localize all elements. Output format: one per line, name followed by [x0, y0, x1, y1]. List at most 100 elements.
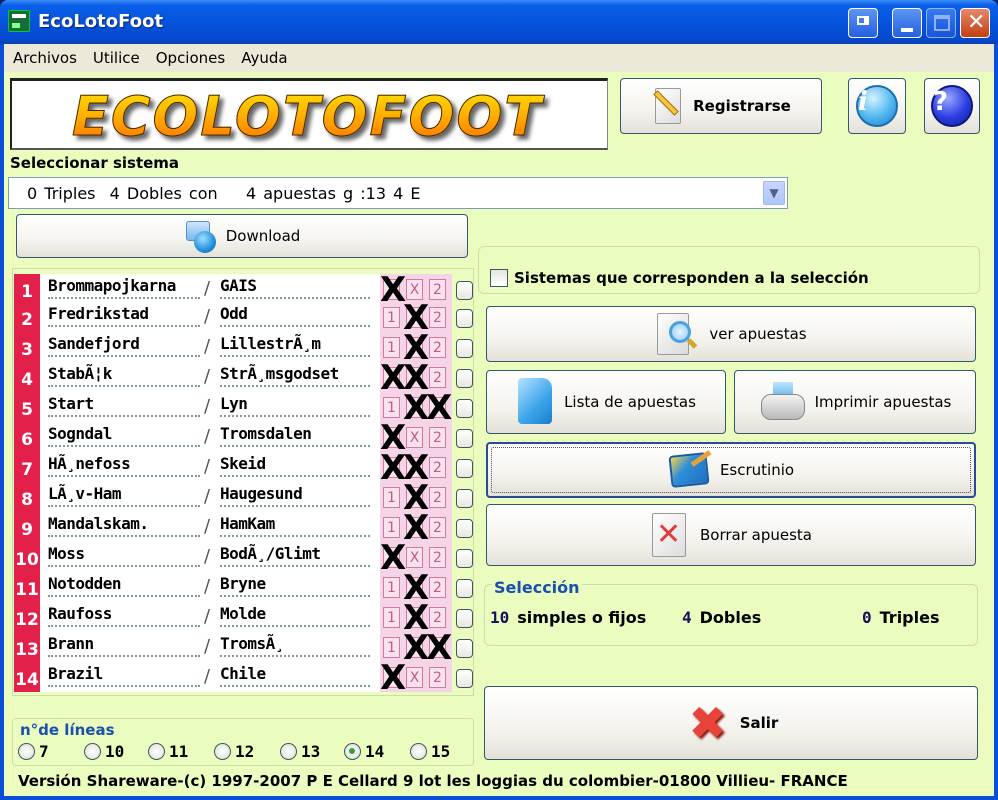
- pick-1-box[interactable]: 1: [383, 487, 400, 508]
- borrar-apuesta-button[interactable]: ✕ Borrar apuesta: [486, 504, 976, 566]
- pick-2-box[interactable]: 2: [429, 517, 446, 538]
- row-number: 1: [14, 274, 40, 304]
- pick-1-box[interactable]: 1: [383, 607, 400, 628]
- pick-2-box[interactable]: 2: [429, 457, 446, 478]
- match-row: 14Brazil/Chile1XX2: [14, 661, 474, 695]
- pick-1-box[interactable]: 1: [383, 577, 400, 598]
- rollup-button[interactable]: [848, 8, 878, 38]
- radio-circle[interactable]: [214, 743, 231, 760]
- pick-1-box[interactable]: 1: [383, 337, 400, 358]
- maximize-button[interactable]: [926, 8, 956, 38]
- triples-label: Triples: [879, 608, 940, 627]
- pick-1-box[interactable]: 1X: [380, 451, 406, 485]
- menu-archivos[interactable]: Archivos: [13, 49, 77, 67]
- row-checkbox[interactable]: [456, 339, 473, 358]
- radio-circle[interactable]: [280, 743, 297, 760]
- radio-circle[interactable]: [148, 743, 165, 760]
- pick-2-box[interactable]: 2: [429, 487, 446, 508]
- pick-x-box[interactable]: X: [406, 279, 423, 300]
- register-button[interactable]: Registrarse: [620, 78, 822, 134]
- pick-x-box[interactable]: X: [406, 667, 423, 688]
- lista-apuestas-button[interactable]: Lista de apuestas: [486, 370, 726, 434]
- row-checkbox[interactable]: [456, 639, 473, 658]
- minimize-button[interactable]: [892, 8, 922, 38]
- pick-1-box[interactable]: 1: [383, 307, 400, 328]
- pick-2-box[interactable]: 2: [429, 577, 446, 598]
- imprimir-apuestas-button[interactable]: Imprimir apuestas: [734, 370, 976, 434]
- pick-x-box[interactable]: XX: [403, 511, 429, 545]
- row-checkbox[interactable]: [456, 519, 473, 538]
- checkbox-box[interactable]: [490, 269, 508, 287]
- title-bar[interactable]: EcoLotoFoot ✕: [0, 0, 998, 44]
- pick-1-box[interactable]: 1X: [380, 541, 406, 575]
- info-button[interactable]: i: [848, 78, 906, 134]
- pick-2-box[interactable]: 2: [429, 547, 446, 568]
- pick-x-box[interactable]: XX: [403, 301, 429, 335]
- pick-2-box[interactable]: 2: [429, 607, 446, 628]
- chevron-down-icon[interactable]: ▼: [763, 181, 785, 205]
- pick-x-box[interactable]: X: [406, 427, 423, 448]
- lines-radio-14[interactable]: 14: [344, 742, 384, 761]
- pick-2-box[interactable]: 2: [429, 667, 446, 688]
- pick-2-box[interactable]: 2: [429, 367, 446, 388]
- pick-1-box[interactable]: 1: [383, 637, 400, 658]
- row-checkbox[interactable]: [456, 459, 473, 478]
- pick-1-box[interactable]: 1X: [380, 273, 406, 307]
- lines-radio-12[interactable]: 12: [214, 742, 254, 761]
- row-checkbox[interactable]: [456, 281, 473, 300]
- radio-circle[interactable]: [410, 743, 427, 760]
- pick-x-box[interactable]: XX: [403, 481, 429, 515]
- systems-checkbox[interactable]: Sistemas que corresponden a la selección: [490, 269, 869, 287]
- dotted-underline: [48, 445, 200, 447]
- escrutinio-button[interactable]: Escrutinio: [486, 442, 976, 498]
- row-checkbox[interactable]: [456, 609, 473, 628]
- pick-2-box[interactable]: 2: [429, 337, 446, 358]
- help-button[interactable]: ?: [924, 78, 980, 134]
- row-checkbox[interactable]: [456, 669, 473, 688]
- radio-circle[interactable]: [84, 743, 101, 760]
- row-checkbox[interactable]: [456, 549, 473, 568]
- pick-2-box[interactable]: 2X: [426, 391, 452, 425]
- menu-ayuda[interactable]: Ayuda: [241, 49, 287, 67]
- pick-1-box[interactable]: 1X: [380, 421, 406, 455]
- ver-apuestas-button[interactable]: ver apuestas: [486, 306, 976, 362]
- pick-x-box[interactable]: X: [406, 547, 423, 568]
- radio-circle[interactable]: [18, 743, 35, 760]
- pick-1-box[interactable]: 1X: [380, 661, 406, 695]
- system-select[interactable]: 0 Triples 4 Dobles con 4 apuestas g :13 …: [8, 177, 788, 209]
- away-team: Tromsdalen: [220, 424, 312, 443]
- close-button[interactable]: ✕: [960, 8, 990, 38]
- lines-radio-13[interactable]: 13: [280, 742, 320, 761]
- lines-radio-7[interactable]: 7: [18, 742, 49, 761]
- menu-opciones[interactable]: Opciones: [156, 49, 225, 67]
- pick-2-box[interactable]: 2: [429, 427, 446, 448]
- pick-2-box[interactable]: 2X: [426, 631, 452, 665]
- pick-x-box[interactable]: XX: [403, 451, 429, 485]
- pick-2-box[interactable]: 2: [429, 279, 446, 300]
- row-checkbox[interactable]: [456, 369, 473, 388]
- lines-radio-15[interactable]: 15: [410, 742, 450, 761]
- pick-x-box[interactable]: XX: [403, 571, 429, 605]
- pick-x-box[interactable]: XX: [403, 601, 429, 635]
- pick-x-box[interactable]: XX: [403, 391, 429, 425]
- salir-button[interactable]: ✖ Salir: [484, 686, 978, 760]
- help-icon: ?: [931, 85, 973, 127]
- row-checkbox[interactable]: [456, 399, 473, 418]
- radio-circle[interactable]: [344, 743, 361, 760]
- row-checkbox[interactable]: [456, 429, 473, 448]
- delete-document-icon: ✕: [650, 511, 692, 559]
- pick-x-box[interactable]: XX: [403, 361, 429, 395]
- row-checkbox[interactable]: [456, 489, 473, 508]
- menu-utilice[interactable]: Utilice: [93, 49, 140, 67]
- pick-x-box[interactable]: XX: [403, 631, 429, 665]
- pick-1-box[interactable]: 1X: [380, 361, 406, 395]
- lines-radio-10[interactable]: 10: [84, 742, 124, 761]
- row-checkbox[interactable]: [456, 309, 473, 328]
- download-button[interactable]: Download: [16, 214, 468, 258]
- pick-1-box[interactable]: 1: [383, 517, 400, 538]
- pick-2-box[interactable]: 2: [429, 307, 446, 328]
- lines-radio-11[interactable]: 11: [148, 742, 188, 761]
- pick-1-box[interactable]: 1: [383, 397, 400, 418]
- row-checkbox[interactable]: [456, 579, 473, 598]
- pick-x-box[interactable]: XX: [403, 331, 429, 365]
